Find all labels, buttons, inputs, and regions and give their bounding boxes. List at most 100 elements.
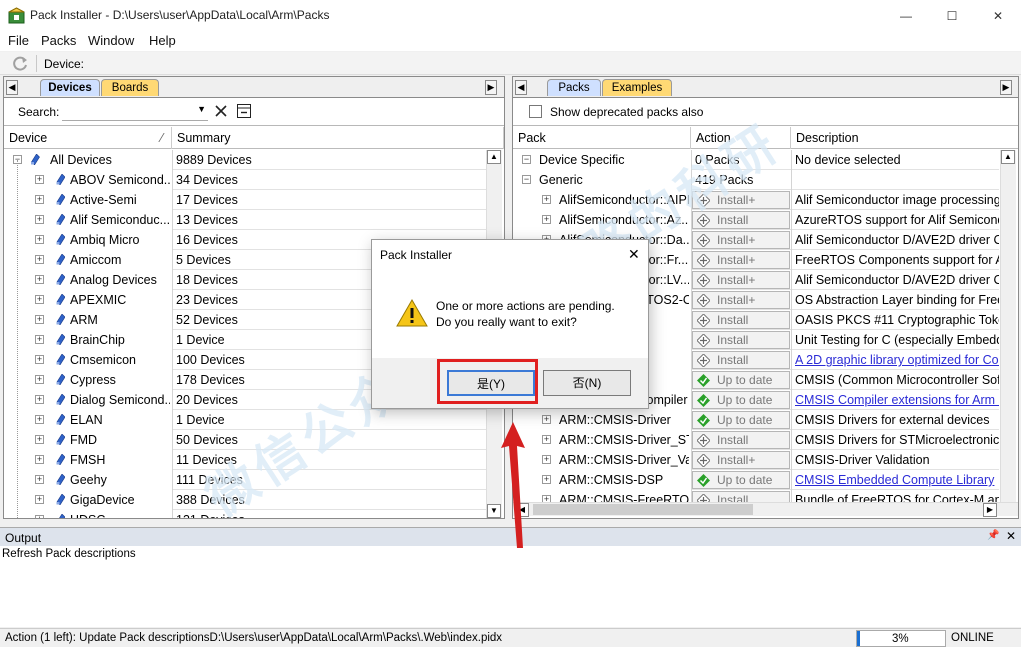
install-button[interactable]: Install [692,491,790,502]
install-button[interactable]: Install [692,331,790,349]
expand-icon[interactable]: + [542,495,551,502]
left-tab-scroll-right[interactable]: ▶ [485,80,497,95]
expand-icon[interactable]: + [35,395,44,404]
up-to-date-button[interactable]: Up to date [692,471,790,489]
pack-row[interactable]: + ARM::CMSIS-Driver Up to date CMSIS Driver… [513,410,999,430]
expand-icon[interactable]: + [35,235,44,244]
packs-scrollbar[interactable]: ▲ [1000,150,1016,502]
tab-boards[interactable]: Boards [101,79,159,96]
install-button[interactable]: Install+ [692,291,790,309]
install-button[interactable]: Install+ [692,231,790,249]
packs-hscrollbar[interactable]: ◀ ▶ [513,502,1018,517]
menu-packs[interactable]: Packs [41,33,76,48]
expand-icon[interactable]: + [35,435,44,444]
install-button[interactable]: Install [692,351,790,369]
column-device[interactable]: Device ⁄ [4,127,172,149]
expand-icon[interactable]: + [35,355,44,364]
expand-icon[interactable]: + [542,195,551,204]
pack-description: Alif Semiconductor D/AVE2D driver CM [795,273,999,287]
refresh-icon[interactable] [12,55,29,72]
right-tab-scroll-right[interactable]: ▶ [1000,80,1012,95]
pack-row[interactable]: + ARM::CMSIS-FreeRTOS Install Bundle of Fre… [513,490,999,502]
install-diamond-icon [697,234,710,247]
expand-icon[interactable]: + [35,255,44,264]
expand-icon[interactable]: + [542,215,551,224]
close-button[interactable]: ✕ [975,0,1021,31]
device-row[interactable]: + ABOV Semicond... 34 Devices [4,170,488,190]
pack-row[interactable]: + ARM::CMSIS-DSP Up to date CMSIS Embedded … [513,470,999,490]
pack-description[interactable]: A 2D graphic library optimized for Cort [795,350,999,370]
menu-window[interactable]: Window [88,33,134,48]
clear-search-icon[interactable] [214,104,228,118]
expand-icon[interactable]: + [35,315,44,324]
check-diamond-icon [697,414,710,427]
expand-icon[interactable]: + [542,475,551,484]
action-label: Up to date [717,473,773,487]
expand-icon[interactable]: + [35,215,44,224]
expand-icon[interactable]: + [542,415,551,424]
expand-icon[interactable]: + [35,375,44,384]
up-to-date-button[interactable]: Up to date [692,371,790,389]
collapse-all-icon[interactable] [236,103,252,119]
device-row[interactable]: + Alif Semiconduc... 13 Devices [4,210,488,230]
packs-scroll-up-icon[interactable]: ▲ [1001,150,1015,164]
device-row[interactable]: + ELAN 1 Device [4,410,488,430]
right-tab-scroll-left[interactable]: ◀ [515,80,527,95]
menu-help[interactable]: Help [149,33,176,48]
no-button[interactable]: 否(N) [543,370,631,396]
progress-bar: 3% [856,630,946,647]
highlight-box [437,359,538,404]
chip-icon [56,174,65,185]
pack-description[interactable]: CMSIS Compiler extensions for Arm Co [795,390,999,410]
device-name: GigaDevice [70,493,135,507]
minimize-button[interactable]: — [883,0,929,31]
expand-icon[interactable]: + [35,335,44,344]
install-button[interactable]: Install [692,311,790,329]
maximize-button[interactable]: ☐ [929,0,975,31]
collapse-icon[interactable]: − [522,175,531,184]
expand-icon[interactable]: + [35,515,44,518]
column-pack[interactable]: Pack [513,127,691,149]
collapse-icon[interactable]: − [522,155,531,164]
expand-icon[interactable]: + [35,175,44,184]
pin-icon[interactable]: 📌 [987,530,999,541]
pack-description[interactable]: CMSIS Embedded Compute Library [795,470,999,490]
expand-icon[interactable]: + [35,475,44,484]
device-row[interactable]: + Active-Semi 17 Devices [4,190,488,210]
install-button[interactable]: Install+ [692,271,790,289]
up-to-date-button[interactable]: Up to date [692,391,790,409]
install-button[interactable]: Install+ [692,251,790,269]
left-tab-scroll-left[interactable]: ◀ [6,80,18,95]
scroll-up-icon[interactable]: ▲ [487,150,501,164]
packs-scroll-right-icon[interactable]: ▶ [983,503,997,517]
expand-icon[interactable]: + [35,415,44,424]
expand-icon[interactable]: + [35,195,44,204]
expand-icon[interactable]: + [35,295,44,304]
up-to-date-button[interactable]: Up to date [692,411,790,429]
expand-icon[interactable]: + [35,455,44,464]
pack-row[interactable]: + ARM::CMSIS-Driver_Va... Install+ CMSIS-Dr… [513,450,999,470]
dialog-close-icon[interactable]: ✕ [628,246,640,263]
column-description[interactable]: Description [791,127,1018,149]
install-button[interactable]: Install+ [692,451,790,469]
tab-packs[interactable]: Packs [547,79,601,96]
pack-row[interactable]: + AlifSemiconductor::AIPL Install+ Alif Sem… [513,190,999,210]
tab-devices[interactable]: Devices [40,79,100,96]
expand-icon[interactable]: + [542,455,551,464]
expand-icon[interactable]: + [35,495,44,504]
show-deprecated-checkbox[interactable] [529,105,542,118]
menu-file[interactable]: File [8,33,29,48]
tab-examples[interactable]: Examples [602,79,672,96]
search-input[interactable]: ▼ [62,103,208,121]
device-name: Geehy [70,473,107,487]
install-diamond-icon [697,314,710,327]
install-button[interactable]: Install [692,431,790,449]
pack-row[interactable]: + ARM::CMSIS-Driver_ST... Install CMSIS Dri… [513,430,999,450]
output-close-icon[interactable]: ✕ [1006,529,1016,543]
column-summary[interactable]: Summary [172,127,504,149]
expand-icon[interactable]: + [35,275,44,284]
search-dropdown-icon[interactable]: ▼ [197,104,206,114]
expand-icon[interactable]: + [542,435,551,444]
packs-hscroll-thumb[interactable] [533,504,753,515]
tree-root-row[interactable]: − All Devices 9889 Devices [4,150,488,170]
